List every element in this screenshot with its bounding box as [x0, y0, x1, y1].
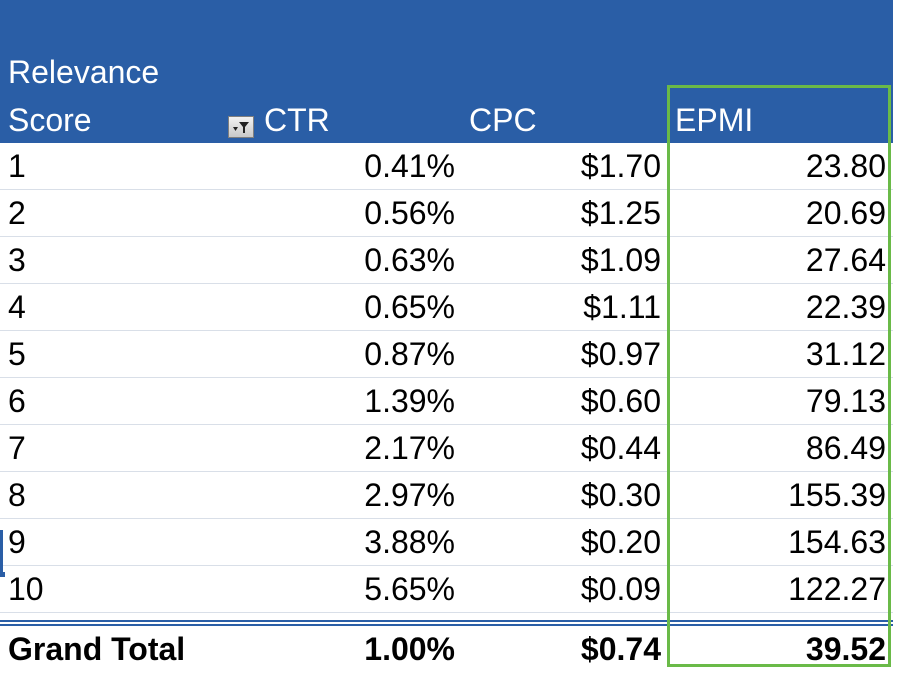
- cell-cpc[interactable]: $0.30: [581, 472, 661, 519]
- cell-cpc[interactable]: $1.09: [581, 237, 661, 284]
- grand-total-ctr[interactable]: 1.00%: [364, 626, 455, 674]
- cell-score[interactable]: 1: [8, 143, 26, 190]
- cell-cpc[interactable]: $1.70: [581, 143, 661, 190]
- table-row: 7 2.17% $0.44 86.49: [0, 425, 893, 472]
- cell-score[interactable]: 4: [8, 284, 26, 331]
- cell-score[interactable]: 9: [8, 519, 26, 566]
- cell-cpc[interactable]: $0.97: [581, 331, 661, 378]
- table-row: 6 1.39% $0.60 79.13: [0, 378, 893, 425]
- cell-epmi[interactable]: 31.12: [806, 331, 886, 378]
- header-ctr[interactable]: CTR: [264, 96, 330, 144]
- cell-ctr[interactable]: 0.41%: [364, 143, 455, 190]
- cell-score[interactable]: 8: [8, 472, 26, 519]
- grand-total-epmi[interactable]: 39.52: [806, 626, 886, 674]
- cell-epmi[interactable]: 154.63: [788, 519, 886, 566]
- header-relevance-score-line1[interactable]: Relevance: [8, 48, 159, 96]
- grand-total-label[interactable]: Grand Total: [8, 626, 185, 674]
- cell-cpc[interactable]: $1.25: [581, 190, 661, 237]
- cell-ctr[interactable]: 0.87%: [364, 331, 455, 378]
- table-row: 10 5.65% $0.09 122.27: [0, 566, 893, 613]
- cell-score[interactable]: 3: [8, 237, 26, 284]
- cell-epmi[interactable]: 122.27: [788, 566, 886, 613]
- cell-score[interactable]: 6: [8, 378, 26, 425]
- cell-epmi[interactable]: 20.69: [806, 190, 886, 237]
- cell-ctr[interactable]: 2.17%: [364, 425, 455, 472]
- data-rows: 1 0.41% $1.70 23.80 2 0.56% $1.25 20.69 …: [0, 143, 893, 613]
- cell-ctr[interactable]: 3.88%: [364, 519, 455, 566]
- cell-score[interactable]: 7: [8, 425, 26, 472]
- cell-epmi[interactable]: 27.64: [806, 237, 886, 284]
- cell-cpc[interactable]: $0.44: [581, 425, 661, 472]
- cell-ctr[interactable]: 0.56%: [364, 190, 455, 237]
- cell-score[interactable]: 10: [8, 566, 44, 613]
- cell-ctr[interactable]: 2.97%: [364, 472, 455, 519]
- cell-score[interactable]: 2: [8, 190, 26, 237]
- cell-cpc[interactable]: $0.60: [581, 378, 661, 425]
- header-row: Relevance Score CTR CPC EPMI: [0, 0, 893, 143]
- cell-epmi[interactable]: 79.13: [806, 378, 886, 425]
- header-relevance-score-line2[interactable]: Score: [8, 96, 92, 144]
- pivot-table: Relevance Score CTR CPC EPMI 1 0.41% $1.…: [0, 0, 893, 674]
- table-row: 3 0.63% $1.09 27.64: [0, 237, 893, 284]
- table-row: 1 0.41% $1.70 23.80: [0, 143, 893, 190]
- cell-epmi[interactable]: 155.39: [788, 472, 886, 519]
- fill-handle[interactable]: [0, 572, 5, 577]
- table-row: 5 0.87% $0.97 31.12: [0, 331, 893, 378]
- selection-edge: [0, 530, 3, 576]
- cell-cpc[interactable]: $1.11: [583, 284, 661, 331]
- header-cpc[interactable]: CPC: [469, 96, 537, 144]
- table-row: 8 2.97% $0.30 155.39: [0, 472, 893, 519]
- cell-ctr[interactable]: 5.65%: [364, 566, 455, 613]
- cell-cpc[interactable]: $0.09: [581, 566, 661, 613]
- table-row: 2 0.56% $1.25 20.69: [0, 190, 893, 237]
- table-row: 9 3.88% $0.20 154.63: [0, 519, 893, 566]
- cell-ctr[interactable]: 0.63%: [364, 237, 455, 284]
- cell-cpc[interactable]: $0.20: [581, 519, 661, 566]
- grand-total-row: Grand Total 1.00% $0.74 39.52: [0, 626, 893, 674]
- grand-total-cpc[interactable]: $0.74: [581, 626, 661, 674]
- table-row: 4 0.65% $1.11 22.39: [0, 284, 893, 331]
- cell-ctr[interactable]: 0.65%: [364, 284, 455, 331]
- total-separator: [0, 620, 893, 622]
- cell-ctr[interactable]: 1.39%: [364, 378, 455, 425]
- header-epmi[interactable]: EPMI: [675, 96, 753, 144]
- filter-dropdown-icon[interactable]: [228, 116, 254, 138]
- cell-score[interactable]: 5: [8, 331, 26, 378]
- cell-epmi[interactable]: 23.80: [806, 143, 886, 190]
- cell-epmi[interactable]: 22.39: [806, 284, 886, 331]
- cell-epmi[interactable]: 86.49: [806, 425, 886, 472]
